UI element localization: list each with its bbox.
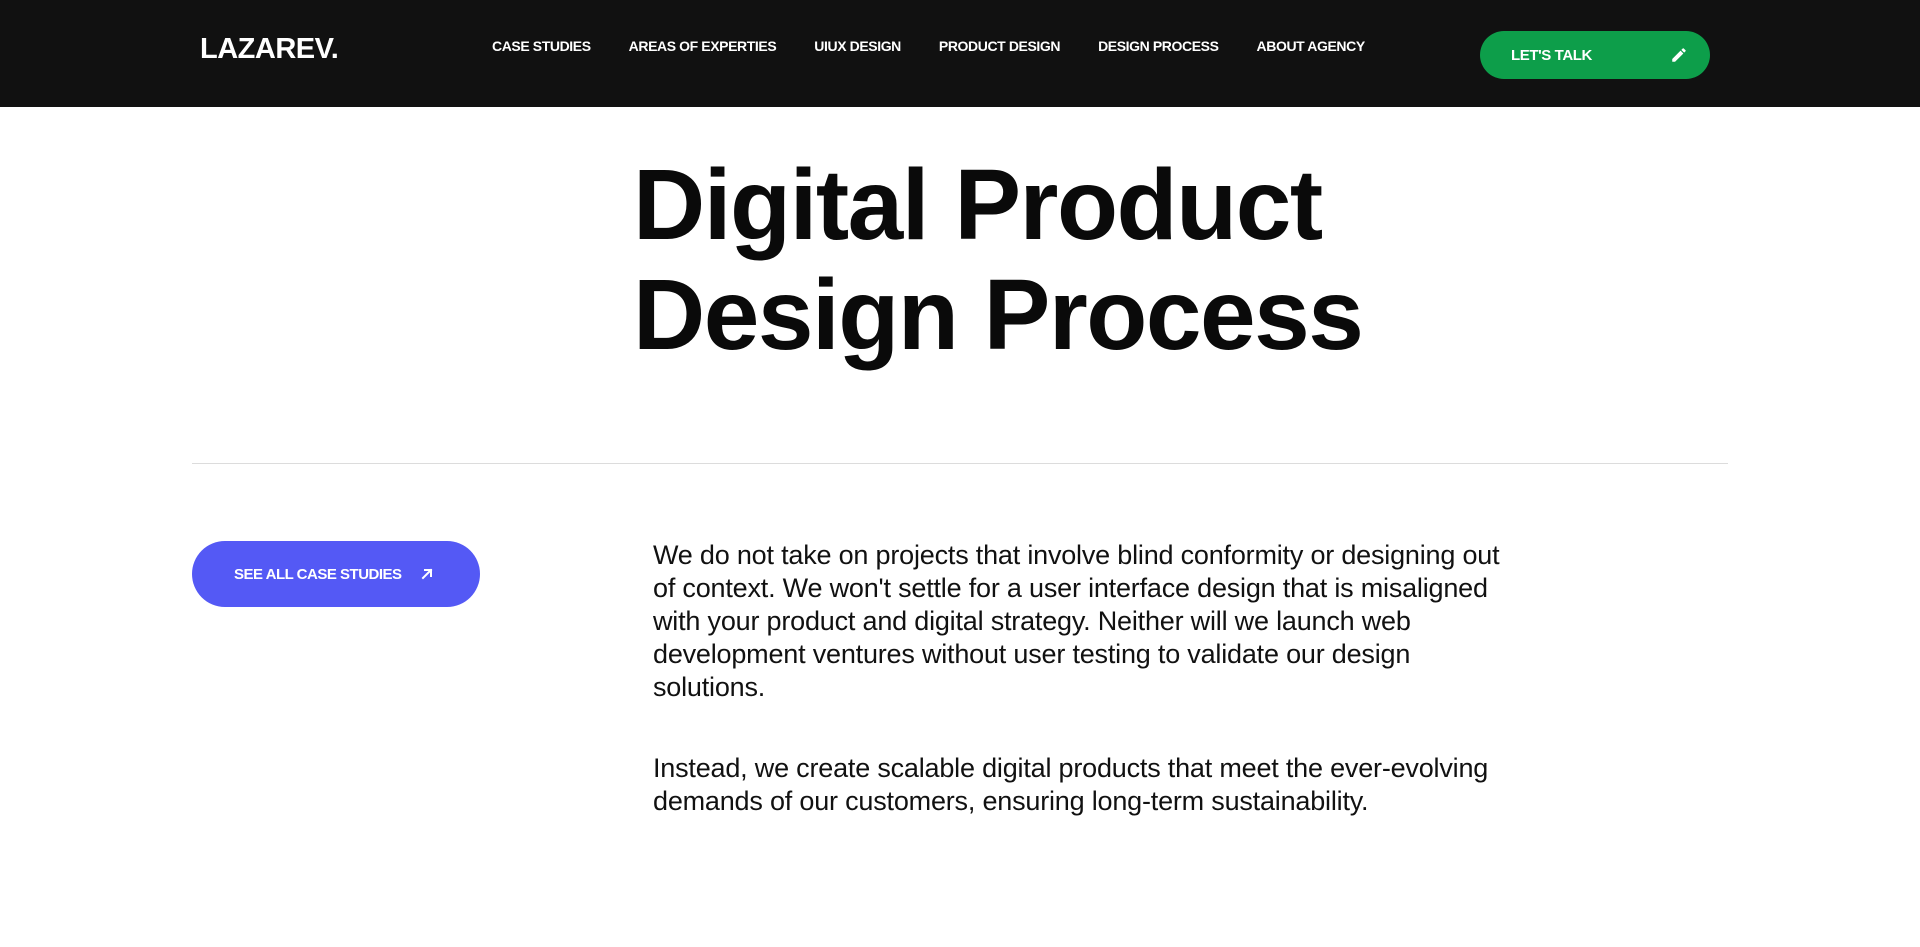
lets-talk-label: LET'S TALK <box>1511 46 1592 64</box>
nav-item-case-studies: CASE STUDIES <box>492 38 591 56</box>
page-title: Digital Product Design Process <box>633 150 1393 370</box>
nav-link-uiux-design[interactable]: UIUX DESIGN <box>814 38 901 54</box>
nav-item-product-design: PRODUCT DESIGN <box>939 38 1061 56</box>
nav-item-design-process: DESIGN PROCESS <box>1098 38 1219 56</box>
nav-item-areas-of-experties: AREAS OF EXPERTIES <box>629 38 777 56</box>
main-nav-list: CASE STUDIES AREAS OF EXPERTIES UIUX DES… <box>492 38 1365 56</box>
intro-paragraph-1: We do not take on projects that involve … <box>653 540 1500 702</box>
intro-text: We do not take on projects that involve … <box>653 539 1523 818</box>
page-title-line-2: Design Process <box>633 259 1364 371</box>
section-divider <box>192 463 1728 464</box>
nav-link-about-agency[interactable]: ABOUT AGENCY <box>1257 38 1366 54</box>
lets-talk-button[interactable]: LET'S TALK <box>1480 31 1710 79</box>
nav-item-uiux-design: UIUX DESIGN <box>814 38 901 56</box>
logo[interactable]: LAZAREV. <box>200 33 339 66</box>
nav-link-design-process[interactable]: DESIGN PROCESS <box>1098 38 1219 54</box>
nav-link-case-studies[interactable]: CASE STUDIES <box>492 38 591 54</box>
nav-link-product-design[interactable]: PRODUCT DESIGN <box>939 38 1061 54</box>
nav-item-about-agency: ABOUT AGENCY <box>1257 38 1366 56</box>
top-navigation-bar: LAZAREV. CASE STUDIES AREAS OF EXPERTIES… <box>0 0 1920 107</box>
intro-paragraph-2: Instead, we create scalable digital prod… <box>653 753 1489 816</box>
pencil-icon <box>1672 48 1686 62</box>
see-all-case-studies-label: SEE ALL CASE STUDIES <box>234 565 402 583</box>
page-title-line-1: Digital Product <box>633 149 1323 261</box>
arrow-up-right-icon <box>421 568 432 580</box>
see-all-case-studies-button[interactable]: SEE ALL CASE STUDIES <box>192 541 480 607</box>
nav-link-areas-of-experties[interactable]: AREAS OF EXPERTIES <box>629 38 777 54</box>
